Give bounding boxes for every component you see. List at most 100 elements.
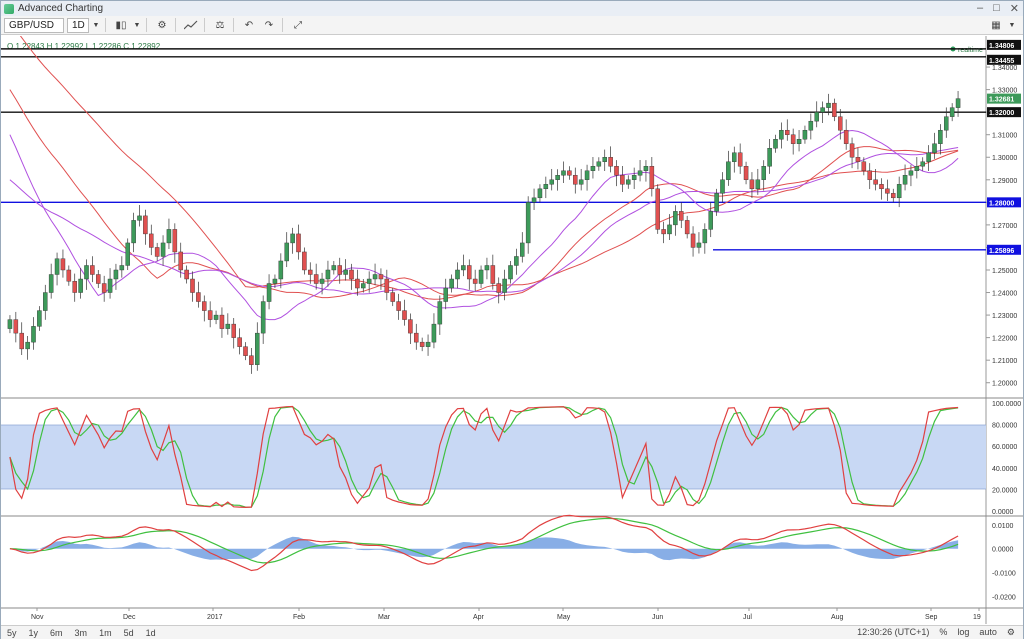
candle-body <box>661 229 666 235</box>
candle-body <box>449 278 454 289</box>
candle-body <box>584 170 590 180</box>
candle-body <box>861 161 867 171</box>
price-tick-label: 1.27000 <box>992 223 1017 230</box>
toolbar-divider <box>146 18 147 32</box>
candle-body <box>119 265 125 271</box>
candle-body <box>567 170 572 176</box>
candle-body <box>879 184 884 190</box>
timeframe-6m[interactable]: 6m <box>44 628 69 638</box>
minimize-button[interactable]: – <box>977 2 983 15</box>
timeframe-1m[interactable]: 1m <box>93 628 118 638</box>
price-chart-svg[interactable]: O 1.22843 H 1.22992 L 1.22286 C 1.22892 … <box>1 21 1023 624</box>
candle-body <box>767 148 772 167</box>
candle-body <box>902 175 908 185</box>
chart-type-dropdown-icon[interactable]: ▼ <box>132 18 142 33</box>
layout-dropdown-icon[interactable]: ▼ <box>1007 18 1017 33</box>
candle-body <box>873 179 878 185</box>
maximize-button[interactable]: □ <box>993 2 1000 15</box>
candle-body <box>484 265 490 271</box>
realtime-label: realtime <box>958 47 983 54</box>
candle-body <box>496 283 501 293</box>
price-tick-label: 1.22000 <box>992 336 1017 343</box>
candle-body <box>425 341 431 347</box>
candle-body <box>25 341 30 350</box>
candle-body <box>614 166 619 176</box>
candle-body <box>101 283 107 293</box>
candle-body <box>190 278 195 293</box>
timeframe-1y[interactable]: 1y <box>23 628 45 638</box>
percent-toggle[interactable]: % <box>939 627 947 638</box>
candle-body <box>131 220 136 244</box>
time-tick-label: Jun <box>652 614 663 621</box>
timeframe-5d[interactable]: 5d <box>118 628 140 638</box>
stoch-tick-label: 0.0000 <box>992 509 1014 516</box>
candle-body <box>720 179 725 194</box>
candle-body <box>626 179 631 185</box>
timeframe-3m[interactable]: 3m <box>69 628 94 638</box>
candle-body <box>737 152 743 167</box>
fullscreen-icon[interactable]: ⤢ <box>289 18 307 33</box>
price-tag-top1: 1.34806 <box>989 43 1014 50</box>
candle-body <box>154 247 160 257</box>
timeframe-1d[interactable]: 1d <box>140 628 162 638</box>
candle-body <box>549 179 554 185</box>
toolbar-divider <box>233 18 234 32</box>
price-tick-label: 1.23000 <box>992 313 1017 320</box>
candle-body <box>808 120 814 131</box>
candle-body <box>790 134 796 144</box>
candle-body <box>573 175 578 185</box>
stoch-tick-label: 20.0000 <box>992 487 1017 494</box>
interval-dropdown-icon[interactable]: ▼ <box>91 18 101 33</box>
price-pane <box>1 36 986 398</box>
indicators-icon[interactable] <box>182 18 200 33</box>
candle-body <box>272 278 278 284</box>
candle-body <box>302 251 307 271</box>
redo-icon[interactable]: ↷ <box>260 18 278 33</box>
candle-body <box>561 170 566 176</box>
candle-body <box>944 116 949 131</box>
toolbar-divider <box>175 18 176 32</box>
time-tick-label: Dec <box>123 614 136 621</box>
interval-select[interactable]: 1D <box>67 17 89 33</box>
candle-body <box>578 179 584 185</box>
settings-gear-icon[interactable]: ⚙ <box>153 18 171 33</box>
time-tick-label: Apr <box>473 614 485 621</box>
candle-body <box>313 274 319 284</box>
chart-type-candle-icon[interactable]: ▮▯ <box>112 18 130 33</box>
close-button[interactable]: ✕ <box>1010 2 1019 15</box>
compare-scale-icon[interactable]: ⚖ <box>211 18 229 33</box>
time-tick-label: Jul <box>743 614 752 621</box>
candle-body <box>331 265 337 271</box>
symbol-input[interactable]: GBP/USD <box>4 17 64 33</box>
layout-grid-icon[interactable]: ▦ <box>987 18 1005 33</box>
candle-body <box>384 278 390 293</box>
candle-body <box>343 269 348 275</box>
candle-body <box>84 265 89 280</box>
log-toggle[interactable]: log <box>957 627 969 638</box>
candle-body <box>396 301 401 311</box>
macd-tick-label: -0.0100 <box>992 571 1016 578</box>
candle-body <box>7 319 13 329</box>
candle-body <box>896 184 902 199</box>
scale-settings-icon[interactable]: ⚙ <box>1007 627 1015 638</box>
candle-body <box>48 274 54 293</box>
candle-body <box>714 193 719 212</box>
candle-body <box>414 332 419 343</box>
candle-body <box>602 157 607 162</box>
candle-body <box>419 341 425 347</box>
time-tick-label: Nov <box>31 614 44 621</box>
auto-toggle[interactable]: auto <box>979 627 997 638</box>
timeframe-5y[interactable]: 5y <box>1 628 23 638</box>
candle-body <box>437 301 443 325</box>
undo-icon[interactable]: ↶ <box>240 18 258 33</box>
ohlc-readout: O 1.22843 H 1.22992 L 1.22286 C 1.22892 <box>7 42 161 51</box>
candle-body <box>891 193 896 199</box>
candle-body <box>113 269 119 280</box>
candle-body <box>649 166 655 190</box>
candle-body <box>184 269 189 280</box>
candle-body <box>137 215 142 221</box>
candle-body <box>219 314 225 329</box>
candle-body <box>531 197 537 203</box>
chart-area[interactable]: O 1.22843 H 1.22992 L 1.22286 C 1.22892 … <box>1 21 1023 624</box>
candle-body <box>525 202 531 244</box>
